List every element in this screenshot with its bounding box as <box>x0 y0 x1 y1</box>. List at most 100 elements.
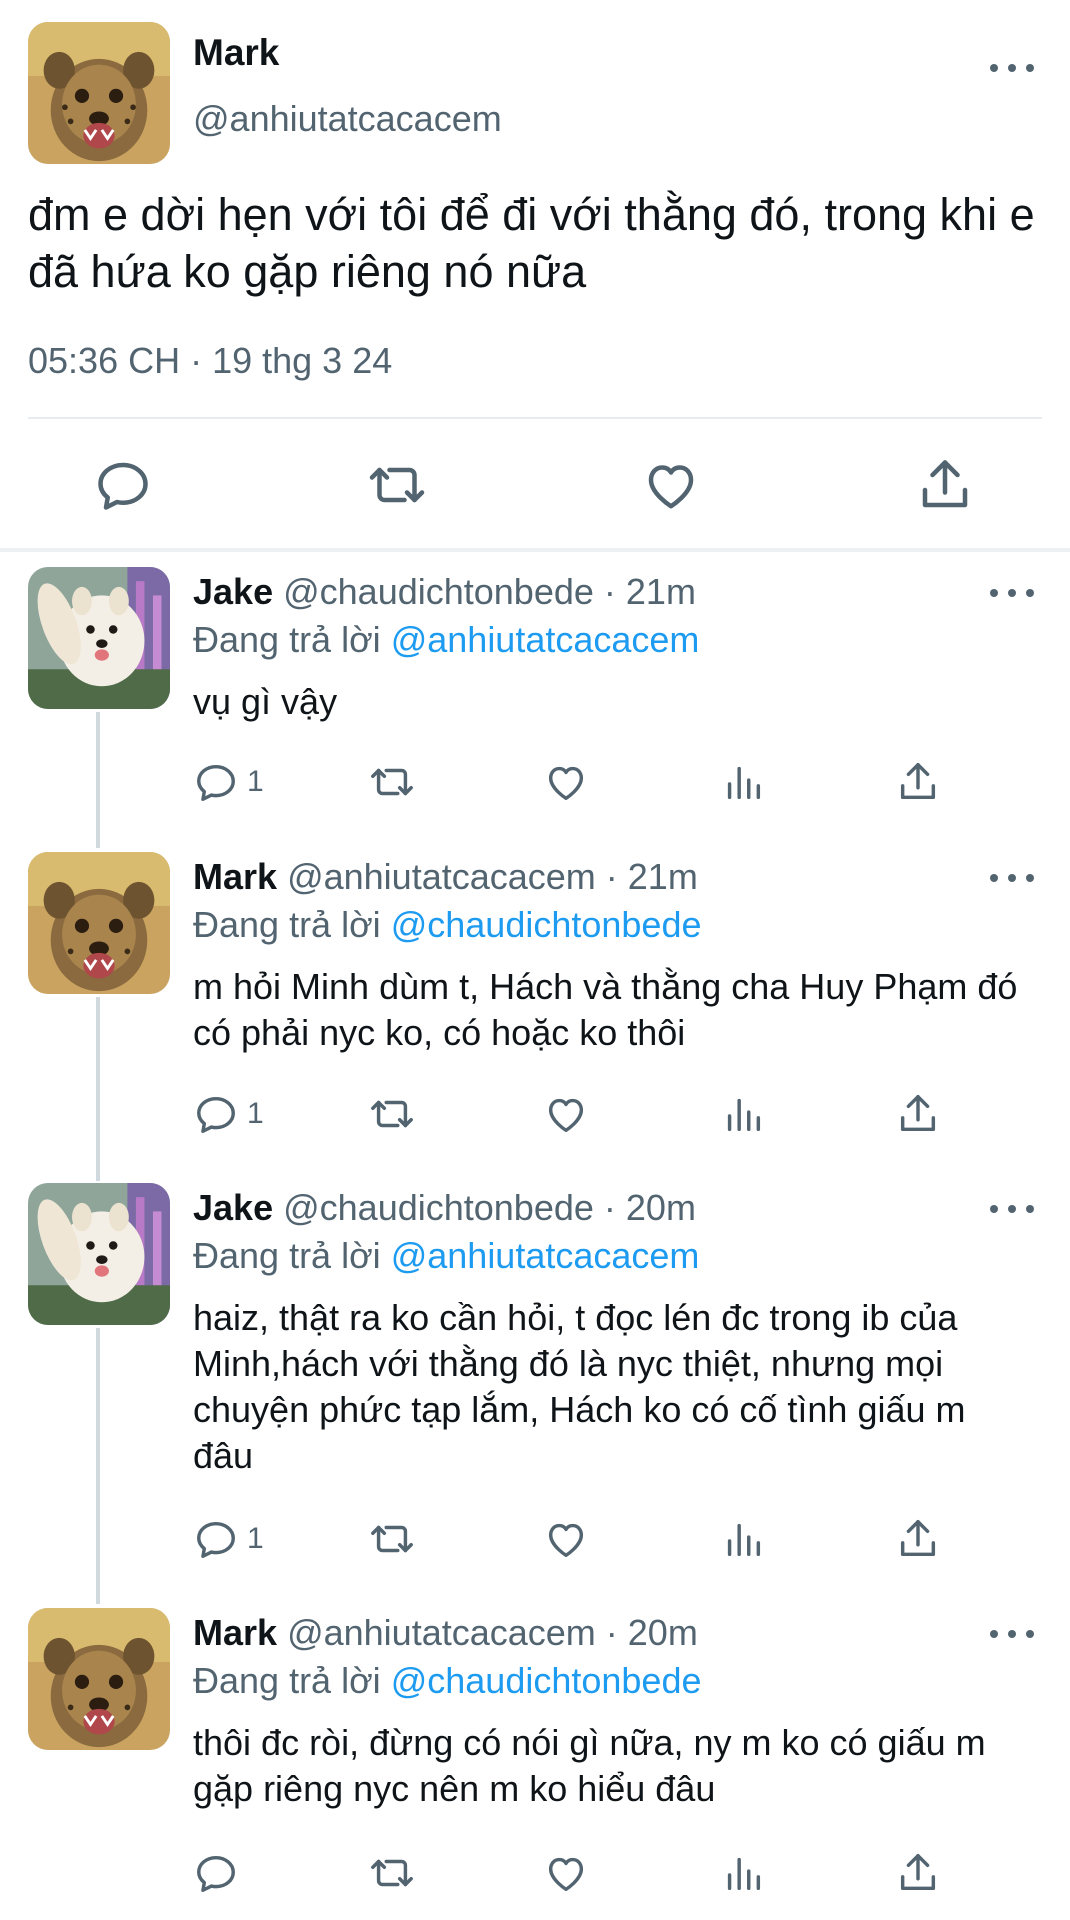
replying-to-mention[interactable]: @chaudichtonbede <box>391 1660 702 1701</box>
avatar-cheetah[interactable] <box>28 1608 170 1750</box>
more-options-icon[interactable] <box>990 1199 1034 1219</box>
more-options-icon[interactable] <box>990 58 1034 78</box>
analytics-icon <box>727 1857 761 1891</box>
analytics-icon <box>727 1098 761 1132</box>
author-name[interactable]: Mark <box>193 32 279 74</box>
replying-to-label: Đang trả lời <box>193 904 381 945</box>
reply-author-name[interactable]: Mark <box>193 856 277 897</box>
analytics-button[interactable] <box>720 757 766 807</box>
share-icon <box>900 1520 936 1557</box>
retweet-button[interactable] <box>369 1089 415 1139</box>
reply-author-name[interactable]: Jake <box>193 1187 273 1228</box>
retweet-icon <box>371 1859 413 1887</box>
reply-time[interactable]: · 20m <box>606 1612 698 1653</box>
analytics-icon <box>727 766 761 800</box>
reply-author-handle[interactable]: @anhiutatcacacem <box>287 856 596 897</box>
reply-text: vụ gì vậy <box>193 681 338 722</box>
author-handle[interactable]: @anhiutatcacacem <box>193 98 502 140</box>
reply-icon <box>197 764 235 801</box>
reply-icon <box>197 1521 235 1558</box>
share-button[interactable] <box>895 1848 941 1898</box>
reply-text: thôi đc ròi, đừng có nói gì nữa, ny m ko… <box>193 1722 986 1809</box>
share-icon[interactable] <box>915 455 975 515</box>
reply-tweet[interactable]: Mark @anhiutatcacacem · 21m Đang trả lời… <box>0 852 1070 1162</box>
cheetah-avatar-image <box>28 1608 170 1750</box>
dog-avatar-image <box>28 1183 170 1325</box>
reply-time[interactable]: · 21m <box>606 856 698 897</box>
reply-button[interactable]: 1 <box>193 1514 264 1564</box>
reply-count: 1 <box>247 1522 264 1555</box>
avatar-cheetah[interactable] <box>28 22 170 164</box>
avatar-dog[interactable] <box>28 567 170 709</box>
cheetah-avatar-image <box>28 852 170 994</box>
share-button[interactable] <box>895 1089 941 1139</box>
share-button[interactable] <box>895 757 941 807</box>
retweet-button[interactable] <box>369 1848 415 1898</box>
analytics-button[interactable] <box>720 1514 766 1564</box>
reply-author-handle[interactable]: @anhiutatcacacem <box>287 1612 596 1653</box>
reply-button[interactable]: 1 <box>193 757 264 807</box>
like-icon[interactable] <box>641 455 701 515</box>
replying-to-mention[interactable]: @anhiutatcacacem <box>391 1235 700 1276</box>
reply-icon[interactable] <box>93 455 153 515</box>
cheetah-avatar-image <box>28 22 170 164</box>
replying-to: Đang trả lời @anhiutatcacacem <box>193 1235 699 1277</box>
main-tweet: Mark @anhiutatcacacem đm e dời hẹn với t… <box>0 0 1070 548</box>
reply-time[interactable]: · 20m <box>604 1187 696 1228</box>
more-options-icon[interactable] <box>990 1624 1034 1644</box>
reply-tweet[interactable]: Jake @chaudichtonbede · 21m Đang trả lời… <box>0 567 1070 817</box>
reply-count: 1 <box>247 765 264 798</box>
retweet-icon <box>371 768 413 796</box>
reply-button[interactable]: 1 <box>193 1089 264 1139</box>
like-icon <box>548 1857 584 1892</box>
avatar-cheetah[interactable] <box>28 852 170 994</box>
like-icon <box>548 1098 584 1133</box>
share-icon <box>900 763 936 800</box>
reply-author-name[interactable]: Mark <box>193 1612 277 1653</box>
share-button[interactable] <box>895 1514 941 1564</box>
replying-to: Đang trả lời @chaudichtonbede <box>193 1660 701 1702</box>
replying-to-mention[interactable]: @anhiutatcacacem <box>391 619 700 660</box>
retweet-icon[interactable] <box>367 455 427 515</box>
reply-author-name[interactable]: Jake <box>193 571 273 612</box>
retweet-button[interactable] <box>369 1514 415 1564</box>
tweet-timestamp[interactable]: 05:36 CH · 19 thg 3 24 <box>28 340 392 382</box>
replying-to: Đang trả lời @anhiutatcacacem <box>193 619 699 661</box>
replying-to-label: Đang trả lời <box>193 619 381 660</box>
like-icon <box>548 1523 584 1558</box>
retweet-icon <box>371 1525 413 1553</box>
reply-tweet[interactable]: Mark @anhiutatcacacem · 20m Đang trả lời… <box>0 1608 1070 1898</box>
more-options-icon[interactable] <box>990 583 1034 603</box>
reply-actions: 1 <box>0 1514 1070 1570</box>
analytics-button[interactable] <box>720 1089 766 1139</box>
like-button[interactable] <box>543 757 589 807</box>
analytics-button[interactable] <box>720 1848 766 1898</box>
share-icon <box>900 1095 936 1132</box>
reply-icon <box>197 1855 235 1892</box>
replying-to-mention[interactable]: @chaudichtonbede <box>391 904 702 945</box>
reply-header: Mark @anhiutatcacacem · 20m <box>193 1612 698 1654</box>
like-button[interactable] <box>543 1848 589 1898</box>
avatar-dog[interactable] <box>28 1183 170 1325</box>
retweet-icon <box>371 1100 413 1128</box>
dog-avatar-image <box>28 567 170 709</box>
tweet-text: đm e dời hẹn với tôi để đi với thằng đó,… <box>28 189 1035 297</box>
reply-actions: 1 <box>0 1089 1070 1145</box>
more-options-icon[interactable] <box>990 868 1034 888</box>
like-button[interactable] <box>543 1514 589 1564</box>
replying-to-label: Đang trả lời <box>193 1235 381 1276</box>
reply-header: Jake @chaudichtonbede · 21m <box>193 571 696 613</box>
like-button[interactable] <box>543 1089 589 1139</box>
reply-author-handle[interactable]: @chaudichtonbede <box>283 1187 594 1228</box>
reply-text: m hỏi Minh dùm t, Hách và thằng cha Huy … <box>193 966 1018 1053</box>
reply-button[interactable] <box>193 1848 247 1898</box>
reply-actions: 1 <box>0 757 1070 813</box>
reply-tweet[interactable]: Jake @chaudichtonbede · 20m Đang trả lời… <box>0 1183 1070 1583</box>
reply-author-handle[interactable]: @chaudichtonbede <box>283 571 594 612</box>
replying-to-label: Đang trả lời <box>193 1660 381 1701</box>
reply-time[interactable]: · 21m <box>604 571 696 612</box>
section-separator <box>0 548 1070 552</box>
share-icon <box>900 1854 936 1891</box>
reply-header: Mark @anhiutatcacacem · 21m <box>193 856 698 898</box>
retweet-button[interactable] <box>369 757 415 807</box>
